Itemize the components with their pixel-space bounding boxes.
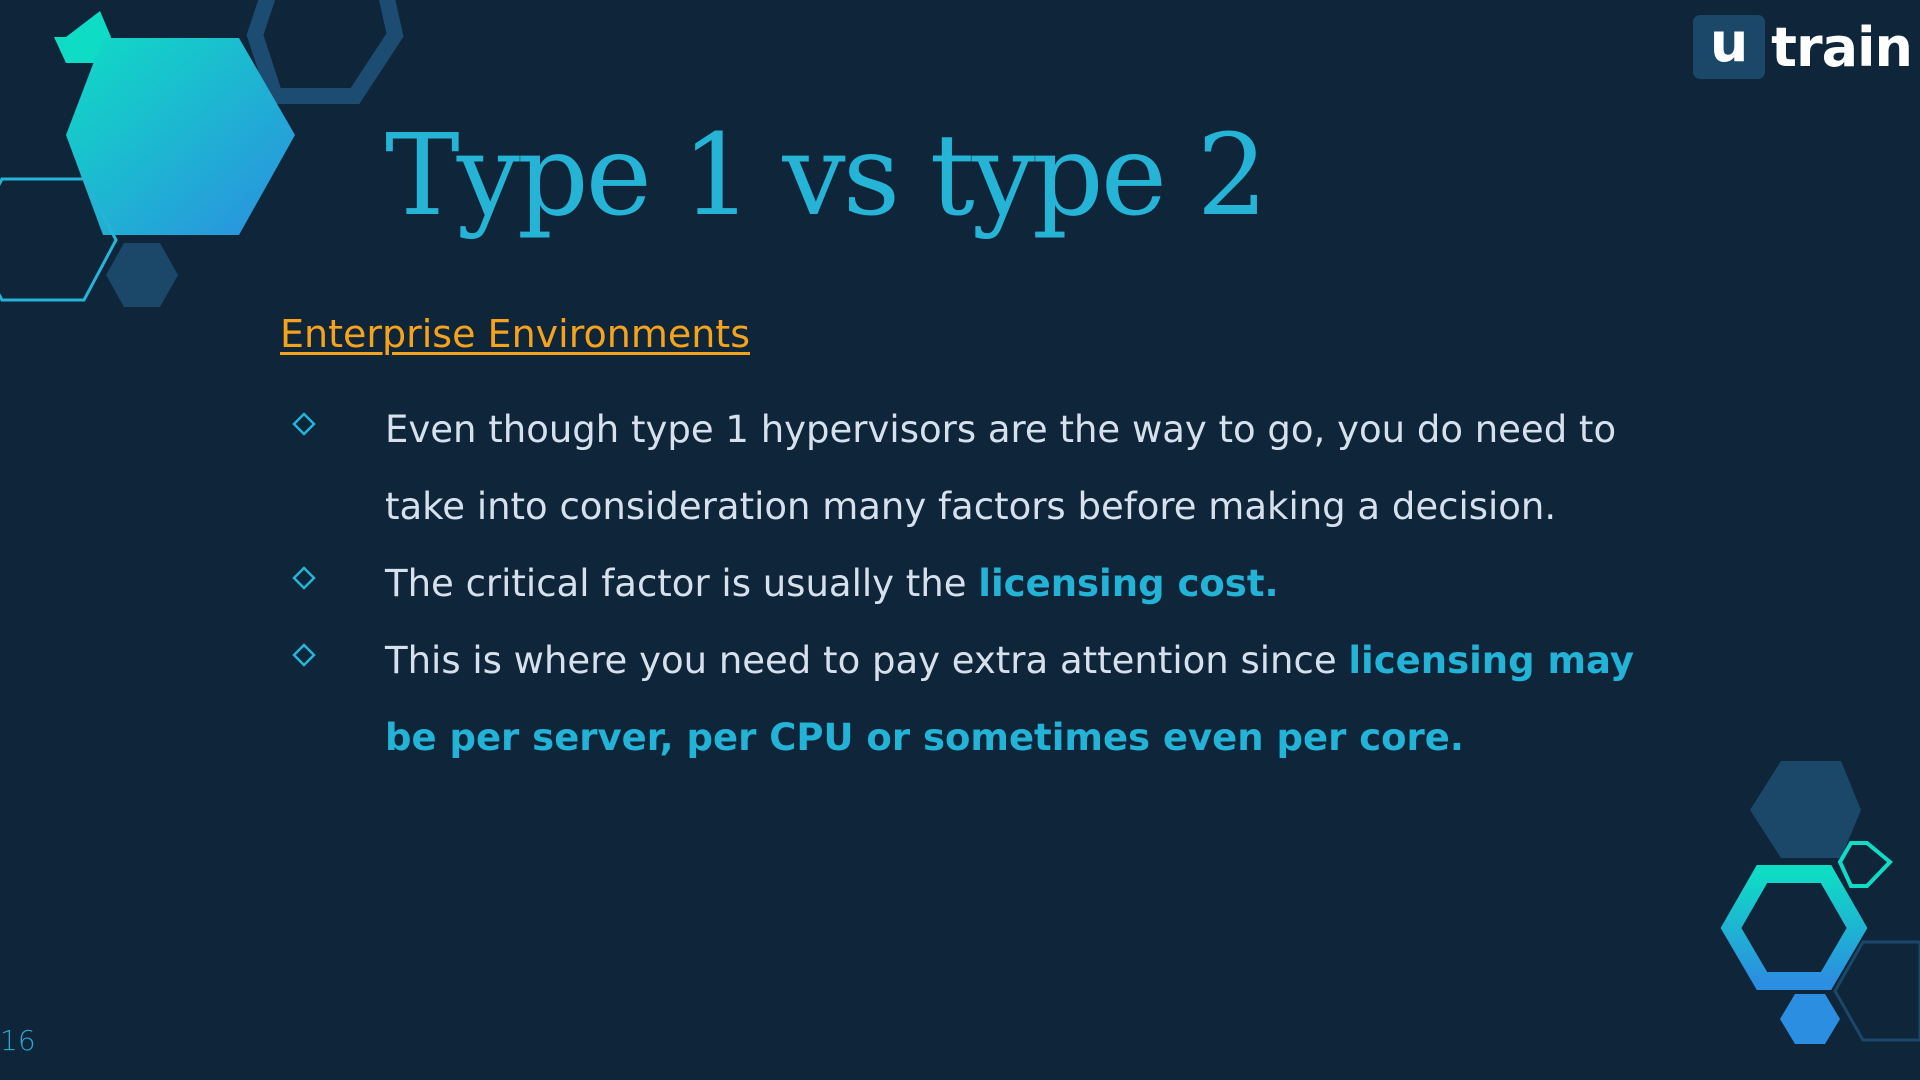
logo-mark: u: [1693, 15, 1766, 79]
diamond-outline-icon: [292, 412, 316, 436]
bullet-item: This is where you need to pay extra atte…: [282, 622, 1652, 776]
hexagon-outline-icon: [246, 0, 404, 104]
page-number: 16: [0, 1024, 36, 1057]
bullet-plain-text: Even though type 1 hypervisors are the w…: [385, 408, 1617, 528]
bullet-highlight-text: licensing cost.: [978, 562, 1279, 605]
bullet-item: The critical factor is usually the licen…: [282, 545, 1652, 622]
hexagon-icon: [1780, 994, 1840, 1044]
diamond-outline-icon: [292, 566, 316, 590]
bullet-plain-text: The critical factor is usually the: [385, 562, 979, 605]
slide-title: Type 1 vs type 2: [385, 111, 1268, 241]
bullet-list: Even though type 1 hypervisors are the w…: [282, 391, 1652, 776]
hexagon-icon: [106, 243, 178, 307]
hexagon-outline-icon: [1720, 865, 1868, 990]
slide: u train Type 1 vs type 2 Enterprise Envi…: [0, 0, 1920, 1080]
bullet-text: The critical factor is usually the licen…: [385, 545, 1652, 622]
bullet-item: Even though type 1 hypervisors are the w…: [282, 391, 1652, 545]
hexagon-icon: [1750, 761, 1861, 858]
logo-wordmark: train: [1771, 15, 1913, 79]
bullet-text: This is where you need to pay extra atte…: [385, 622, 1652, 776]
top-left-hexagon-decoration: [0, 0, 404, 307]
hexagon-icon: [266, 0, 394, 102]
section-heading: Enterprise Environments: [280, 312, 750, 356]
hexagon-outline-icon: [1837, 841, 1893, 888]
diamond-outline-icon: [292, 643, 316, 667]
bottom-right-hexagon-decoration: [1720, 761, 1920, 1044]
bullet-text: Even though type 1 hypervisors are the w…: [385, 391, 1652, 545]
utrain-logo: u train: [1693, 14, 1913, 80]
bullet-plain-text: This is where you need to pay extra atte…: [385, 639, 1349, 682]
